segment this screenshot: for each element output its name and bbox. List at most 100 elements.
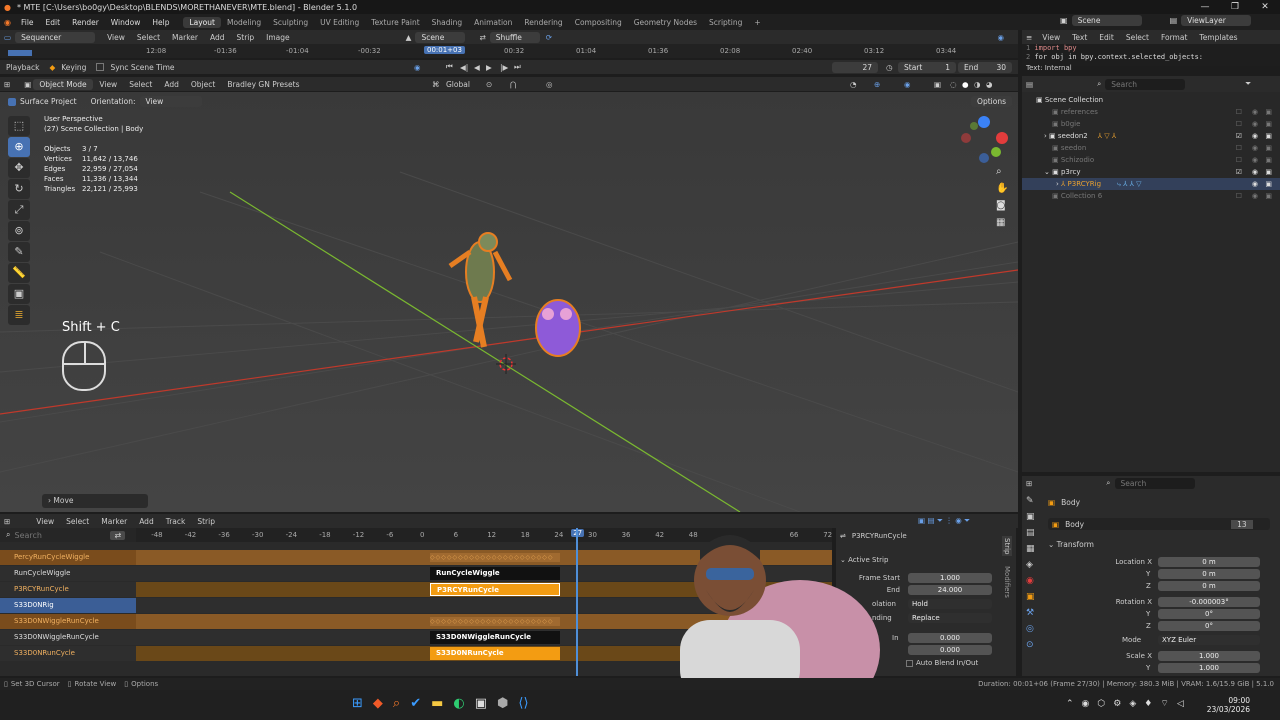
seq-menu-strip[interactable]: Strip [231,33,261,42]
object-mode-selector[interactable]: Object Mode [33,78,94,90]
checkbox-icon[interactable]: ☑ [1236,166,1242,178]
nla-editor-icon[interactable]: ⊞ [0,517,14,526]
next-keyframe-icon[interactable]: |▶ [500,63,508,72]
workspace-tab-scripting[interactable]: Scripting [703,17,748,28]
clock[interactable]: 09:00 23/03/2026 [1206,696,1250,714]
nla-menu-view[interactable]: View [30,517,60,526]
current-frame-field[interactable]: 27 [832,61,878,73]
workspace-tab-texture-paint[interactable]: Texture Paint [365,17,425,28]
eye-icon[interactable]: ◉ [1252,178,1258,190]
menu-file[interactable]: File [15,18,40,27]
text-menu-edit[interactable]: Edit [1093,33,1120,42]
orientation-selector[interactable]: View [139,96,202,107]
file-explorer-icon[interactable]: ▬ [431,696,443,711]
shading-material-icon[interactable]: ◑ [974,80,981,89]
outliner-item[interactable]: ▣ b0gie ☐ ◉ ▣ [1022,118,1280,130]
outliner-editor-icon[interactable]: ▤ [1022,80,1037,89]
start-icon[interactable]: ⊞ [352,696,363,711]
keyframe-strip[interactable]: ◇◇◇◇◇◇◇◇◇◇◇◇◇◇◇◇◇◇◇◇◇◇ [430,617,560,626]
text-menu-text[interactable]: Text [1066,33,1093,42]
nla-strip[interactable]: S33D0NRunCycle [430,647,560,660]
3d-viewport[interactable]: Surface Project Orientation: View Option… [0,92,1018,512]
app-icon[interactable]: ⬢ [497,696,508,711]
keying-menu[interactable]: Keying [55,63,92,72]
search-app-icon[interactable]: ⌕ [393,696,400,711]
record-button[interactable]: ◉ [414,63,421,72]
swap-icon[interactable]: ⇄ [110,530,126,540]
vp-menu-object[interactable]: Object [185,80,221,89]
eye-icon[interactable]: ◉ [1252,130,1258,142]
microphone-icon[interactable]: ♦ [1144,699,1152,709]
snap-icon[interactable]: ⟳ [546,33,552,42]
checkbox-icon[interactable]: ☑ [1236,130,1242,142]
nla-track-name[interactable]: S33D0NRunCycle [0,646,136,661]
shuffle-selector[interactable]: Shuffle [489,31,540,43]
nla-filter-icons[interactable]: ▣ ▤ ⏷ ⋮ ◉ ⏷ [918,516,970,526]
viewlayer-selector[interactable]: ViewLayer [1181,15,1252,26]
xray-toggle-icon[interactable]: ▣ [934,80,941,89]
checkbox-icon[interactable]: ☐ [1236,106,1242,118]
menu-edit[interactable]: Edit [40,18,67,27]
output-tab-icon[interactable]: ▤ [1026,528,1035,538]
text-editor-area[interactable]: 1 import bpy 2 for obj in bpy.context.se… [1022,44,1280,66]
volume-icon[interactable]: ◁ [1177,699,1184,709]
jump-start-icon[interactable]: ⏮ [446,62,453,72]
transform-orientation-selector[interactable]: Global [440,80,476,89]
camera-icon[interactable]: ▣ [1265,142,1272,154]
jump-end-icon[interactable]: ⏭ [514,62,521,72]
add-cube-tool-icon[interactable]: ▣ [8,284,30,304]
cursor-tool-icon[interactable]: ⊕ [8,137,30,157]
object-tab-icon[interactable]: ▣ [1026,592,1035,602]
network-icon[interactable]: ⌔ [1160,698,1168,709]
location-y-field[interactable]: 0 m [1158,569,1260,579]
menu-window[interactable]: Window [105,18,147,27]
outliner-root[interactable]: ▣ Scene Collection [1022,94,1280,106]
workspace-tab-shading[interactable]: Shading [426,17,468,28]
options-button[interactable]: Options [971,96,1012,107]
blend-out-field[interactable]: 0.000 [908,645,992,655]
sidebar-tab-strip[interactable]: Strip [1002,536,1012,557]
tray-app-icon[interactable]: ◈ [1129,699,1136,709]
workspace-tab-modeling[interactable]: Modeling [221,17,267,28]
outliner-item[interactable]: ⌄ ▣ p3rcy ☑ ◉ ▣ [1022,166,1280,178]
seq-menu-select[interactable]: Select [131,33,166,42]
eye-icon[interactable]: ◉ [1252,154,1258,166]
outliner-item[interactable]: › ▣ seedon2 ⅄ ▽ ⅄ ☑ ◉ ▣ [1022,130,1280,142]
tool-tab-icon[interactable]: ✎ [1026,496,1035,506]
gizmo-toggle-icon[interactable]: ⊕ [874,80,880,89]
properties-search-input[interactable]: Search [1114,477,1195,489]
add-workspace-button[interactable]: + [748,17,766,28]
text-menu-view[interactable]: View [1036,33,1066,42]
frame-end-field[interactable]: 24.000 [908,585,992,595]
todo-icon[interactable]: ✔ [410,696,421,711]
nla-playhead[interactable] [576,528,578,676]
select-tool-icon[interactable]: ⬚ [8,116,30,136]
object-data-name[interactable]: Body [1065,520,1225,529]
eye-icon[interactable]: ◉ [1252,106,1258,118]
measure-tool-icon[interactable]: 📏 [8,263,30,283]
playback-menu[interactable]: Playback [0,63,45,72]
checkbox-icon[interactable]: ☐ [1236,142,1242,154]
nla-strip[interactable]: RunCycleWiggle [430,567,560,580]
blender-menu-icon[interactable]: ◉ [4,18,11,27]
vp-menu-select[interactable]: Select [123,80,158,89]
nla-track-name[interactable]: P3RCYRunCycle [0,582,136,597]
outliner-item[interactable]: ▣ seedon ☐ ◉ ▣ [1022,142,1280,154]
tray-app-icon[interactable]: ⚙ [1113,699,1121,709]
location-x-field[interactable]: 0 m [1158,557,1260,567]
location-z-field[interactable]: 0 m [1158,581,1260,591]
seq-current-time[interactable]: 00:01+03 [424,46,465,54]
seq-menu-marker[interactable]: Marker [166,33,204,42]
seq-strip-thumb[interactable] [8,50,32,56]
nla-strip[interactable]: S33D0NWiggleRunCycle [430,631,560,644]
shading-rendered-icon[interactable]: ◕ [986,80,993,89]
workspace-tab-uv-editing[interactable]: UV Editing [314,17,365,28]
checkbox-icon[interactable]: ☐ [1236,118,1242,130]
vp-menu-view[interactable]: View [93,80,123,89]
camera-icon[interactable]: ▣ [1265,154,1272,166]
sequencer-editor-icon[interactable]: ▭ [0,33,15,42]
nla-track-name[interactable]: S33D0NWiggleRunCycle [0,614,136,629]
overlays-toggle-icon[interactable]: ◉ [904,80,911,89]
nla-track-name[interactable]: S33D0NWiggleRunCycle [0,630,100,645]
move-tool-icon[interactable]: ✥ [8,158,30,178]
